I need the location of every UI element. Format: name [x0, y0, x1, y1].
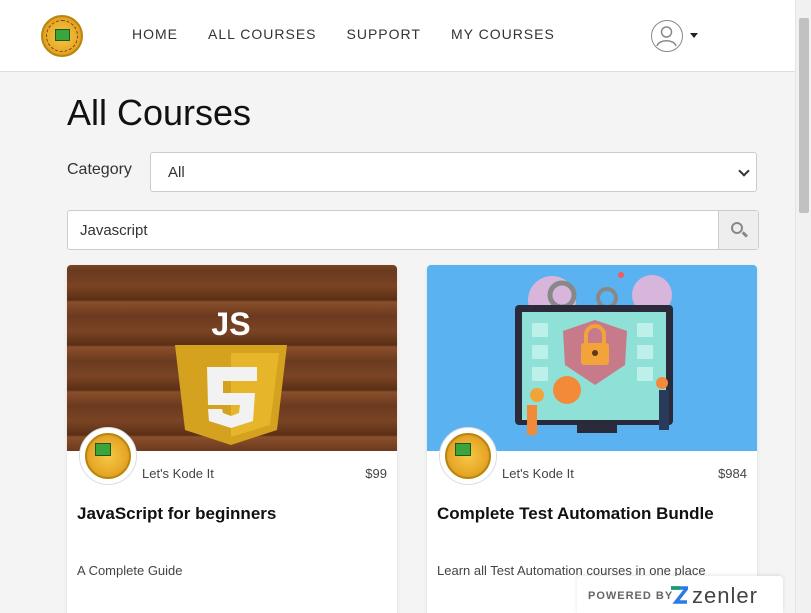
- user-avatar-icon[interactable]: [651, 20, 683, 52]
- chevron-down-icon: [738, 165, 750, 177]
- author-logo-screen-icon: [95, 443, 111, 456]
- nav-support[interactable]: SUPPORT: [347, 26, 421, 42]
- security-illustration-icon: [515, 272, 673, 435]
- powered-by-label: POWERED BY: [588, 590, 674, 602]
- search-button[interactable]: [718, 211, 758, 249]
- user-menu-caret-icon[interactable]: [690, 33, 698, 38]
- course-author: Let's Kode It: [502, 466, 574, 481]
- nav-home[interactable]: HOME: [132, 26, 178, 42]
- category-label: Category: [67, 161, 132, 178]
- page-title: All Courses: [67, 92, 252, 133]
- course-title[interactable]: JavaScript for beginners: [77, 504, 276, 524]
- author-logo: [85, 433, 131, 479]
- site-header: HOME ALL COURSES SUPPORT MY COURSES: [0, 0, 795, 72]
- search-icon-handle: [741, 231, 749, 238]
- course-image-javascript[interactable]: JS: [67, 265, 397, 451]
- zenler-logo-icon: [671, 586, 688, 604]
- scrollbar-thumb[interactable]: [799, 18, 809, 213]
- page-scrollbar[interactable]: [795, 0, 811, 613]
- javascript-shield-icon: JS: [175, 306, 287, 445]
- course-price: $99: [365, 466, 387, 481]
- category-select-value: All: [168, 163, 185, 181]
- course-author: Let's Kode It: [142, 466, 214, 481]
- course-price: $984: [718, 466, 747, 481]
- author-logo-screen-icon: [455, 443, 471, 456]
- author-logo: [445, 433, 491, 479]
- main-nav: HOME ALL COURSES SUPPORT MY COURSES: [132, 26, 555, 42]
- nav-my-courses[interactable]: MY COURSES: [451, 26, 555, 42]
- search-input-value: Javascript: [80, 222, 148, 239]
- author-avatar: [79, 427, 137, 485]
- site-logo[interactable]: [41, 15, 83, 57]
- course-title[interactable]: Complete Test Automation Bundle: [437, 504, 714, 524]
- course-image-test-automation[interactable]: [427, 265, 757, 451]
- course-subtitle: A Complete Guide: [77, 563, 183, 578]
- svg-text:JS: JS: [211, 306, 250, 342]
- category-select[interactable]: All: [150, 152, 757, 192]
- course-card[interactable]: JS Let's Kode It $99 JavaScript for begi…: [67, 265, 397, 613]
- search-input[interactable]: Javascript: [67, 210, 759, 250]
- zenler-brand: zenler: [692, 583, 758, 608]
- course-card[interactable]: Let's Kode It $984 Complete Test Automat…: [427, 265, 757, 613]
- logo-screen-icon: [55, 29, 70, 41]
- author-avatar: [439, 427, 497, 485]
- powered-by-badge[interactable]: POWERED BY zenler: [577, 576, 783, 613]
- nav-all-courses[interactable]: ALL COURSES: [208, 26, 317, 42]
